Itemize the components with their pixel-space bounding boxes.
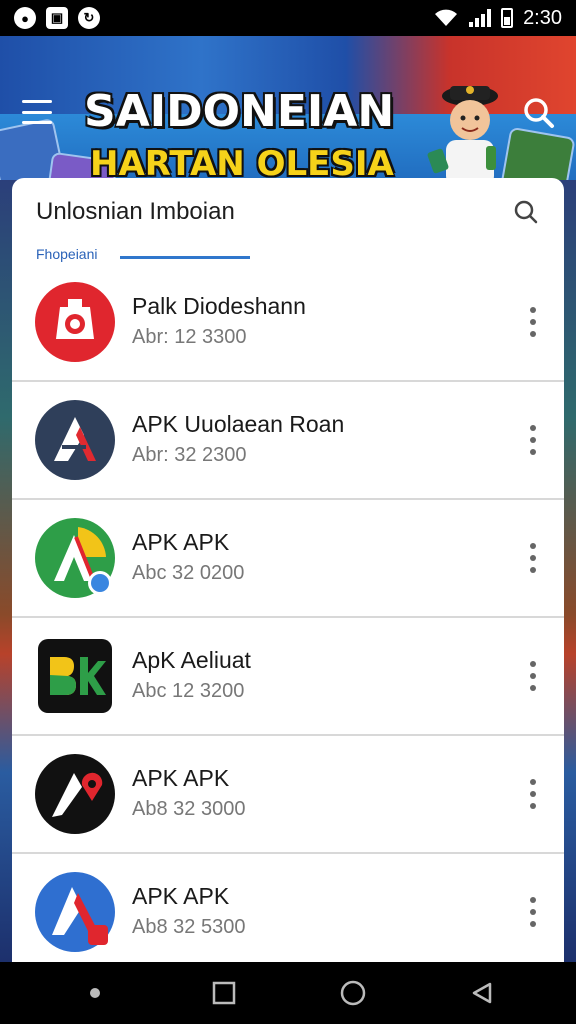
home-icon[interactable]	[333, 973, 373, 1013]
signal-icon	[469, 9, 492, 27]
tab-indicator	[120, 256, 250, 259]
item-subtitle: Ab8 32 3000	[132, 798, 246, 820]
status-left-icons: ● ▣ ↻	[14, 7, 100, 29]
menu-button[interactable]	[22, 100, 52, 124]
item-title: APK APK	[132, 529, 230, 555]
navy-a-icon	[35, 400, 115, 480]
apps-card: Unlosnian Imboian Fhopeiani Palk Diodesh…	[12, 178, 564, 978]
item-text: APK Uuolaean Roan Abr: 32 2300	[132, 409, 344, 471]
tab-label[interactable]: Fhopeiani	[36, 246, 98, 262]
item-subtitle: Abr: 12 3300	[132, 326, 247, 348]
wifi-icon	[435, 9, 458, 26]
item-title: APK APK	[132, 765, 230, 791]
more-options-icon[interactable]	[528, 779, 538, 809]
blue-a-icon	[35, 872, 115, 952]
card-header: Unlosnian Imboian	[12, 178, 564, 246]
item-title: APK Uuolaean Roan	[132, 411, 345, 437]
item-text: APK APK Ab8 32 5300	[132, 881, 245, 943]
item-subtitle: Ab8 32 5300	[132, 916, 246, 938]
red-gear-icon	[35, 282, 115, 362]
status-bar: ● ▣ ↻ 2:30	[0, 0, 576, 36]
list-item[interactable]: Palk Diodeshann Abr: 12 3300	[12, 264, 564, 382]
card-search-icon[interactable]	[512, 198, 540, 226]
list-item[interactable]: APK APK Ab8 32 5300	[12, 854, 564, 972]
item-title: APK APK	[132, 883, 230, 909]
back-icon[interactable]	[462, 973, 502, 1013]
app-list: Palk Diodeshann Abr: 12 3300 APK Uuolaea…	[12, 264, 564, 972]
card-title: Unlosnian Imboian	[36, 198, 235, 225]
battery-icon	[501, 8, 514, 28]
more-options-icon[interactable]	[528, 543, 538, 573]
more-options-icon[interactable]	[528, 897, 538, 927]
black-pin-icon	[35, 754, 115, 834]
green-a-icon	[35, 518, 115, 598]
bk-icon	[38, 639, 112, 713]
item-text: Palk Diodeshann Abr: 12 3300	[132, 291, 306, 353]
status-right-icons: 2:30	[433, 7, 562, 30]
item-text: APK APK Ab8 32 3000	[132, 763, 245, 825]
item-subtitle: Abr: 32 2300	[132, 444, 247, 466]
list-item[interactable]: APK Uuolaean Roan Abr: 32 2300	[12, 382, 564, 500]
phone-screen: ● ▣ ↻ 2:30 SAIDONEIAN HARTAN OLESIA Unlo…	[0, 0, 576, 1024]
list-item[interactable]: ApK Aeliuat Abc 12 3200	[12, 618, 564, 736]
more-options-icon[interactable]	[528, 661, 538, 691]
item-title: Palk Diodeshann	[132, 293, 306, 319]
banner-title: SAIDONEIAN	[84, 86, 395, 137]
recents-icon[interactable]	[204, 973, 244, 1013]
item-subtitle: Abc 32 0200	[132, 562, 245, 584]
clock: 2:30	[523, 6, 562, 29]
circle-icon: ●	[14, 7, 36, 29]
item-subtitle: Abc 12 3200	[132, 680, 245, 702]
list-item[interactable]: APK APK Ab8 32 3000	[12, 736, 564, 854]
navigation-bar	[0, 962, 576, 1024]
dot-icon[interactable]	[75, 973, 115, 1013]
more-options-icon[interactable]	[528, 425, 538, 455]
item-title: ApK Aeliuat	[132, 647, 251, 673]
more-options-icon[interactable]	[528, 307, 538, 337]
sync-icon: ↻	[78, 7, 100, 29]
item-text: APK APK Abc 32 0200	[132, 527, 244, 589]
square-icon: ▣	[46, 7, 68, 29]
list-item[interactable]: APK APK Abc 32 0200	[12, 500, 564, 618]
item-text: ApK Aeliuat Abc 12 3200	[132, 645, 251, 707]
search-icon[interactable]	[522, 96, 556, 130]
